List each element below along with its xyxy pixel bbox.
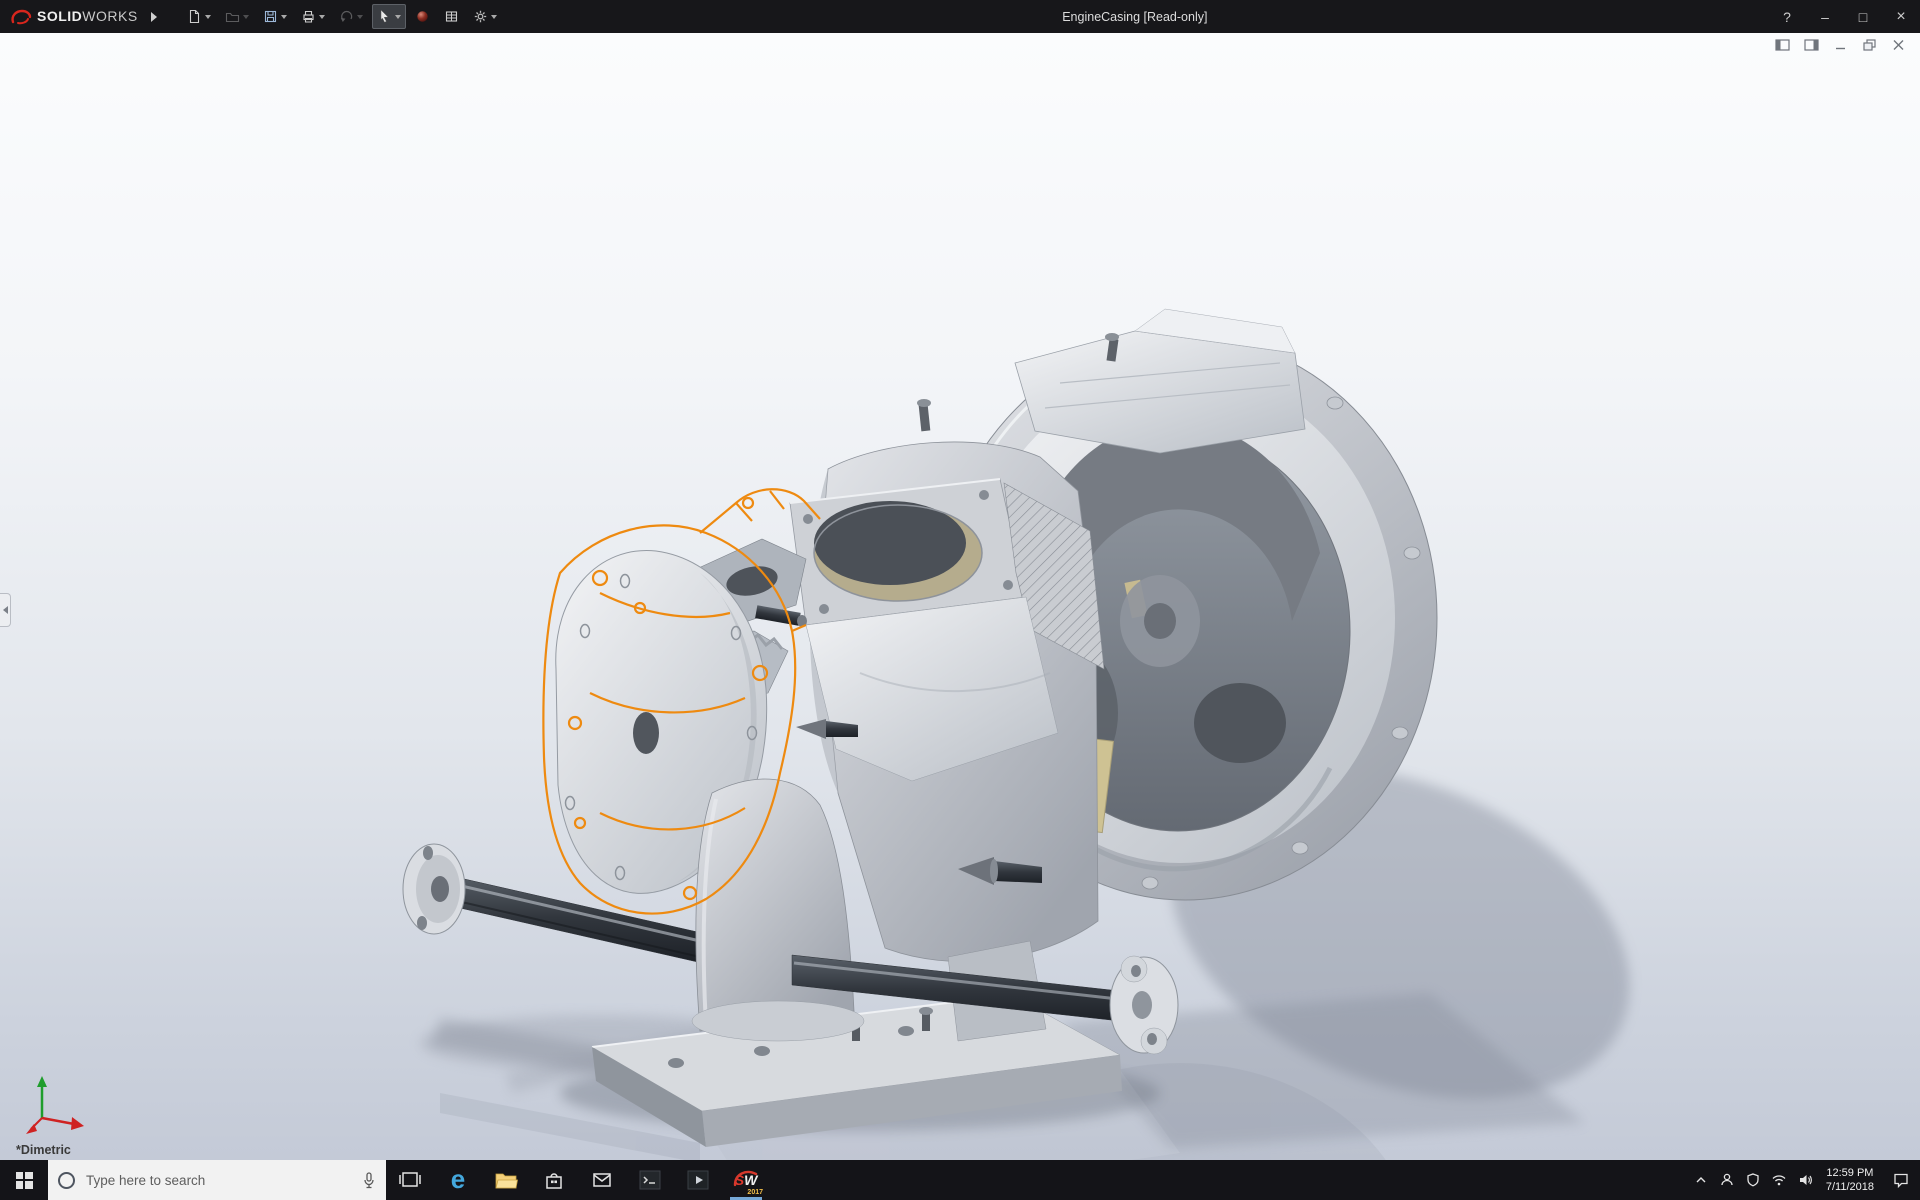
options-button[interactable] <box>468 4 502 29</box>
document-window-controls <box>1774 38 1906 52</box>
help-button[interactable]: ? <box>1768 0 1806 33</box>
appearance-button[interactable] <box>410 4 435 29</box>
show-display-pane-button[interactable] <box>1803 38 1819 52</box>
graphics-area[interactable] <box>0 33 1920 1160</box>
dropdown-caret-icon[interactable] <box>280 14 287 19</box>
file-explorer-button[interactable] <box>482 1160 530 1200</box>
show-feature-pane-button[interactable] <box>1774 38 1790 52</box>
maximize-button[interactable]: □ <box>1844 0 1882 33</box>
tray-person-button[interactable] <box>1714 1160 1740 1200</box>
select-cursor-icon <box>380 9 389 23</box>
search-input[interactable] <box>84 1171 353 1189</box>
save-icon <box>264 10 276 23</box>
ds-logo-icon <box>11 9 32 24</box>
chevron-up-icon <box>1696 1177 1706 1183</box>
brand-text-works: WORKS <box>82 7 138 24</box>
quick-toolbar <box>182 4 502 29</box>
view-orientation-label: *Dimetric <box>16 1143 71 1157</box>
store-button[interactable] <box>530 1160 578 1200</box>
undo-button[interactable] <box>334 4 368 29</box>
dropdown-caret-icon[interactable] <box>242 14 249 19</box>
shield-icon <box>1747 1173 1759 1187</box>
solidworks-logo: SOLIDWORKS <box>0 8 144 26</box>
new-document-icon <box>189 9 199 24</box>
top-cap <box>1014 308 1306 454</box>
store-icon <box>546 1173 562 1189</box>
network-wifi-icon <box>1772 1175 1786 1186</box>
print-icon <box>303 10 314 23</box>
movies-tv-icon <box>687 1170 709 1190</box>
dropdown-caret-icon[interactable] <box>204 14 211 19</box>
tray-volume-button[interactable] <box>1792 1160 1818 1200</box>
doc-close-icon <box>1893 40 1903 50</box>
file-explorer-icon <box>495 1173 518 1189</box>
orientation-triad-icon <box>26 1076 84 1134</box>
volume-icon <box>1799 1175 1812 1185</box>
command-prompt-icon <box>639 1170 661 1190</box>
dropdown-caret-icon[interactable] <box>356 14 363 19</box>
brand-text-solid: SOLID <box>37 7 83 24</box>
collapse-arrow-icon <box>2 606 8 614</box>
dropdown-caret-icon[interactable] <box>394 14 401 19</box>
minimize-button[interactable]: – <box>1806 0 1844 33</box>
app-titlebar: SOLIDWORKS EngineCasing [Read-only] ? – … <box>0 0 1920 33</box>
pane-left-icon <box>1774 39 1790 51</box>
save-button[interactable] <box>258 4 292 29</box>
edge-icon: e <box>450 1164 466 1194</box>
system-tray: 12:59 PM 7/11/2018 <box>1688 1160 1920 1200</box>
window-controls: ? – □ × <box>1768 0 1920 33</box>
person-icon <box>1721 1173 1733 1186</box>
doc-minimize-button[interactable] <box>1832 38 1848 52</box>
tray-clock[interactable]: 12:59 PM 7/11/2018 <box>1818 1160 1882 1200</box>
mail-icon <box>593 1173 611 1187</box>
clock-time: 12:59 PM <box>1826 1167 1874 1179</box>
flyout-arrow-icon <box>150 11 157 22</box>
appearance-sphere-icon <box>416 11 428 22</box>
select-tool-button[interactable] <box>371 4 406 29</box>
solidworks-app-icon: SW 2017 <box>731 1165 763 1196</box>
dropdown-caret-icon[interactable] <box>318 14 325 19</box>
print-button[interactable] <box>296 4 330 29</box>
windows-logo-icon <box>15 1171 33 1189</box>
action-center-icon <box>1894 1173 1908 1189</box>
panel-collapse-tab[interactable] <box>0 593 11 627</box>
options-gear-icon <box>474 10 486 23</box>
action-center-button[interactable] <box>1882 1160 1920 1200</box>
mail-button[interactable] <box>578 1160 626 1200</box>
task-view-icon <box>399 1172 421 1187</box>
tray-network-button[interactable] <box>1766 1160 1792 1200</box>
movies-tv-button[interactable] <box>674 1160 722 1200</box>
doc-close-button[interactable] <box>1890 38 1906 52</box>
solidworks-taskbar-button[interactable]: SW 2017 <box>722 1160 770 1200</box>
task-view-button[interactable] <box>386 1160 434 1200</box>
graphics-viewport[interactable]: *Dimetric <box>0 33 1920 1160</box>
menu-flyout-button[interactable] <box>144 5 164 29</box>
cortana-icon <box>58 1171 75 1189</box>
edge-button[interactable]: e <box>434 1160 482 1200</box>
solidworks-year-badge: 2017 <box>747 1189 763 1196</box>
open-button[interactable] <box>220 4 254 29</box>
doc-restore-button[interactable] <box>1861 38 1877 52</box>
new-document-button[interactable] <box>182 4 216 29</box>
dropdown-caret-icon[interactable] <box>490 14 497 19</box>
view-layout-button[interactable] <box>439 4 464 29</box>
doc-minimize-icon <box>1835 47 1845 50</box>
pane-right-icon <box>1803 39 1819 51</box>
windows-taskbar: e <box>0 1160 1920 1200</box>
document-title: EngineCasing [Read-only] <box>1062 9 1208 24</box>
undo-icon <box>340 10 352 22</box>
close-button[interactable]: × <box>1882 0 1920 33</box>
view-layout-icon <box>445 11 457 22</box>
tray-chevron-button[interactable] <box>1688 1160 1714 1200</box>
doc-restore-icon <box>1862 39 1876 51</box>
tray-shield-button[interactable] <box>1740 1160 1766 1200</box>
open-folder-icon <box>225 12 239 23</box>
taskbar-search[interactable] <box>48 1160 386 1200</box>
start-button[interactable] <box>0 1160 48 1200</box>
clock-date: 7/11/2018 <box>1825 1181 1874 1193</box>
command-prompt-button[interactable] <box>626 1160 674 1200</box>
microphone-icon[interactable] <box>362 1171 376 1190</box>
